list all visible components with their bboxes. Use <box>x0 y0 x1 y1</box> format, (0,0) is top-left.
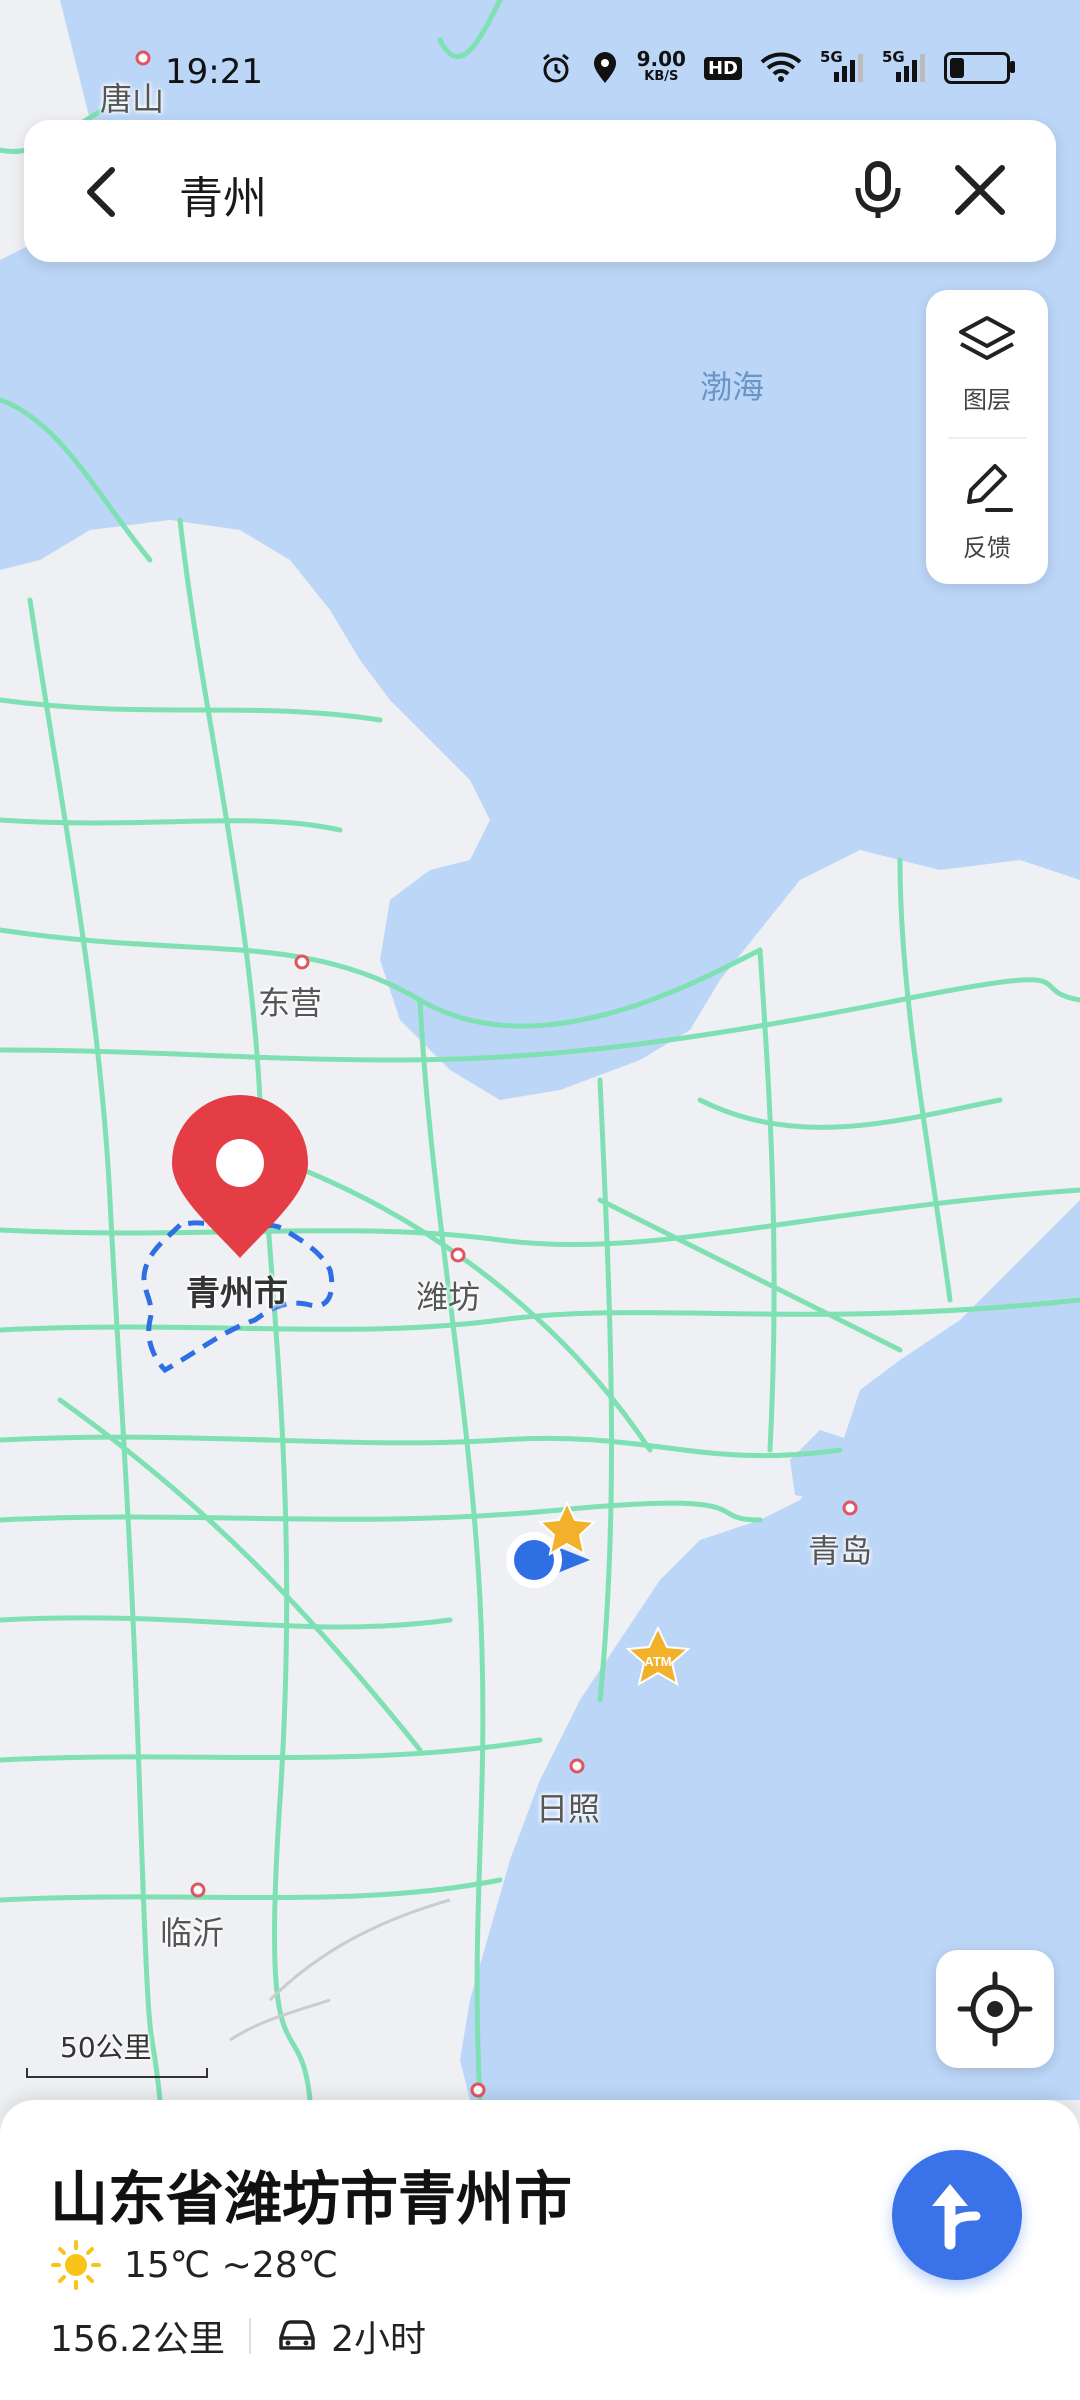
map-label-dongying: 东营 <box>258 984 323 1022</box>
map-label-rizhao: 日照 <box>536 1790 601 1828</box>
alarm-icon <box>542 53 569 83</box>
sun-icon <box>51 2240 101 2290</box>
map-label-qingzhou[interactable]: 青州市 <box>186 1266 288 1315</box>
trip-separator <box>249 2318 252 2354</box>
weather-text: 15℃ ~28℃ <box>124 2244 339 2286</box>
edit-pencil-icon <box>967 464 1013 512</box>
close-icon[interactable] <box>944 154 1016 226</box>
microphone-icon[interactable] <box>842 154 914 226</box>
status-icons: 9.00 KB/S HD 5G 5G <box>539 47 1015 86</box>
location-status-icon <box>593 52 616 83</box>
map-canvas[interactable]: ATM <box>0 0 1080 2400</box>
signal-bars-icon <box>834 54 863 82</box>
trip-info: 156.2公里 2小时 <box>50 2310 426 2362</box>
weather-info: 15℃ ~28℃ <box>50 2240 338 2290</box>
search-bar: 青州 <box>24 120 1056 262</box>
navigate-button[interactable] <box>892 2150 1022 2280</box>
net-speed: 9.00 KB/S <box>636 47 686 86</box>
place-title: 山东省潍坊市青州市 <box>50 2165 573 2233</box>
map-label-bohai: 渤海 <box>700 368 765 406</box>
signal-2: 5G <box>882 48 926 84</box>
layers-icon <box>959 316 1015 360</box>
crosshair-icon <box>957 1971 1033 2047</box>
back-arrow-icon[interactable] <box>68 156 140 228</box>
status-bar: 19:21 9.00 KB/S HD 5G 5G <box>0 40 1080 104</box>
feedback-button[interactable]: 反馈 <box>926 438 1048 578</box>
map-label-weifang: 潍坊 <box>416 1278 481 1316</box>
drive-time-text: 2小时 <box>331 2319 426 2360</box>
map-label-linyi: 临沂 <box>160 1914 225 1952</box>
map-label-qingdao: 青岛 <box>808 1532 873 1570</box>
search-input[interactable]: 青州 <box>179 162 267 226</box>
atm-badge-label: ATM <box>644 1654 671 1669</box>
car-icon <box>279 2320 315 2350</box>
locate-me-button[interactable] <box>936 1950 1054 2068</box>
scale-label: 50公里 <box>60 2031 152 2064</box>
place-info-card[interactable]: 山东省潍坊市青州市 15℃ ~28℃ 156.2公里 2小时 <box>0 2100 1080 2400</box>
feedback-label: 反馈 <box>963 534 1011 562</box>
wifi-icon <box>760 52 802 82</box>
map-tools-panel: 图层 反馈 <box>926 290 1048 584</box>
net-speed-value: 9.00 <box>636 47 686 71</box>
scale-bar <box>26 2068 208 2078</box>
distance-text: 156.2公里 <box>50 2319 226 2360</box>
signal-1: 5G <box>820 48 864 84</box>
route-arrow-icon <box>932 2184 981 2250</box>
layers-button[interactable]: 图层 <box>926 290 1048 430</box>
signal-bars-icon <box>896 54 925 82</box>
layers-label: 图层 <box>963 386 1011 414</box>
battery-icon <box>944 52 1015 84</box>
status-time: 19:21 <box>165 52 263 92</box>
battery-level <box>950 58 964 78</box>
hd-badge: HD <box>703 56 742 80</box>
